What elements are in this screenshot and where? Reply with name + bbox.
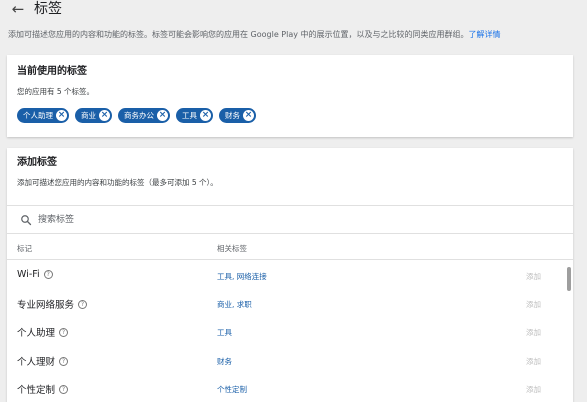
tag-name: 个人理财 [17, 357, 56, 368]
table-header: 标记 相关标签 [7, 234, 573, 260]
tag-search-input[interactable] [38, 212, 338, 228]
tag-chip-label: 个人助理 [23, 111, 53, 120]
help-icon[interactable]: ? [59, 356, 69, 366]
related-tags: 工具 [217, 328, 232, 337]
add-tags-card: 添加标签 添加可描述您应用的内容和功能的标签（最多可添加 5 个）。 标记 相关… [7, 148, 573, 402]
page-title: 标签 [34, 1, 62, 17]
tag-chip: 商务办公 × [118, 108, 170, 123]
remove-tag-icon[interactable]: × [200, 110, 211, 121]
table-row: Wi-Fi? 工具, 网络连接 添加 [7, 261, 562, 289]
related-tags: 工具, 网络连接 [217, 272, 267, 281]
add-tag-button[interactable]: 添加 [526, 327, 541, 338]
tag-name: 专业网络服务 [17, 300, 75, 311]
table-row: 个人理财? 财务 添加 [7, 346, 562, 374]
tag-name-cell: Wi-Fi? [17, 269, 53, 280]
tag-chip-label: 商务办公 [124, 111, 154, 120]
tag-name: Wi-Fi [17, 269, 40, 280]
remove-tag-icon[interactable]: × [99, 110, 110, 121]
table-row: 个性定制? 个性定制 添加 [7, 374, 562, 402]
tag-chip: 财务 × [219, 108, 256, 123]
current-tags-card: 当前使用的标签 您的应用有 5 个标签。 个人助理 × 商业 × 商务办公 × 工具 × 财务 × [7, 55, 573, 137]
tag-chip: 工具 × [176, 108, 213, 123]
column-header-tag: 标记 [17, 244, 32, 253]
add-tags-subtitle: 添加可描述您应用的内容和功能的标签（最多可添加 5 个）。 [17, 178, 218, 187]
tag-name-cell: 个人助理? [17, 325, 69, 339]
add-tag-button[interactable]: 添加 [526, 271, 541, 282]
tag-name-cell: 个性定制? [17, 382, 69, 396]
remove-tag-icon[interactable]: × [157, 110, 168, 121]
add-tag-button[interactable]: 添加 [526, 356, 541, 367]
remove-tag-icon[interactable]: × [243, 110, 254, 121]
page-header: ← 标签 [0, 0, 587, 26]
tag-name-cell: 个人理财? [17, 354, 69, 368]
page-description: 添加可描述您应用的内容和功能的标签。标签可能会影响您的应用在 Google Pl… [8, 29, 501, 41]
add-tag-button[interactable]: 添加 [526, 384, 541, 395]
tag-name: 个性定制 [17, 385, 56, 396]
related-tags: 财务 [217, 357, 232, 366]
tag-chip: 个人助理 × [17, 108, 69, 123]
current-tags-count: 您的应用有 5 个标签。 [17, 87, 95, 96]
help-icon[interactable]: ? [59, 384, 69, 394]
add-tag-button[interactable]: 添加 [526, 299, 541, 310]
help-icon[interactable]: ? [43, 270, 53, 279]
remove-tag-icon[interactable]: × [56, 110, 67, 121]
column-header-related: 相关标签 [217, 244, 247, 253]
table-row: 专业网络服务? 商业, 求职 添加 [7, 289, 562, 317]
scrollbar[interactable] [567, 267, 571, 291]
description-text: 添加可描述您应用的内容和功能的标签。标签可能会影响您的应用在 Google Pl… [8, 30, 469, 39]
related-tags: 个性定制 [217, 385, 247, 394]
tag-name: 个人助理 [17, 328, 56, 339]
add-tags-title: 添加标签 [17, 157, 57, 168]
related-tags: 商业, 求职 [217, 300, 252, 309]
tag-chip-label: 财务 [225, 111, 240, 120]
search-icon [21, 215, 32, 226]
tag-chip: 商业 × [75, 108, 112, 123]
tag-name-cell: 专业网络服务? [17, 297, 88, 311]
table-row: 个人助理? 工具 添加 [7, 317, 562, 345]
help-icon[interactable]: ? [59, 327, 69, 337]
tag-search-bar [7, 205, 573, 234]
tag-chip-label: 商业 [81, 111, 96, 120]
learn-more-link[interactable]: 了解详情 [469, 30, 501, 39]
help-icon[interactable]: ? [78, 299, 88, 309]
arrow-back-icon[interactable]: ← [10, 0, 26, 18]
current-tags-title: 当前使用的标签 [17, 66, 87, 77]
tag-chip-label: 工具 [182, 111, 197, 120]
tag-chip-list: 个人助理 × 商业 × 商务办公 × 工具 × 财务 × [17, 108, 256, 123]
